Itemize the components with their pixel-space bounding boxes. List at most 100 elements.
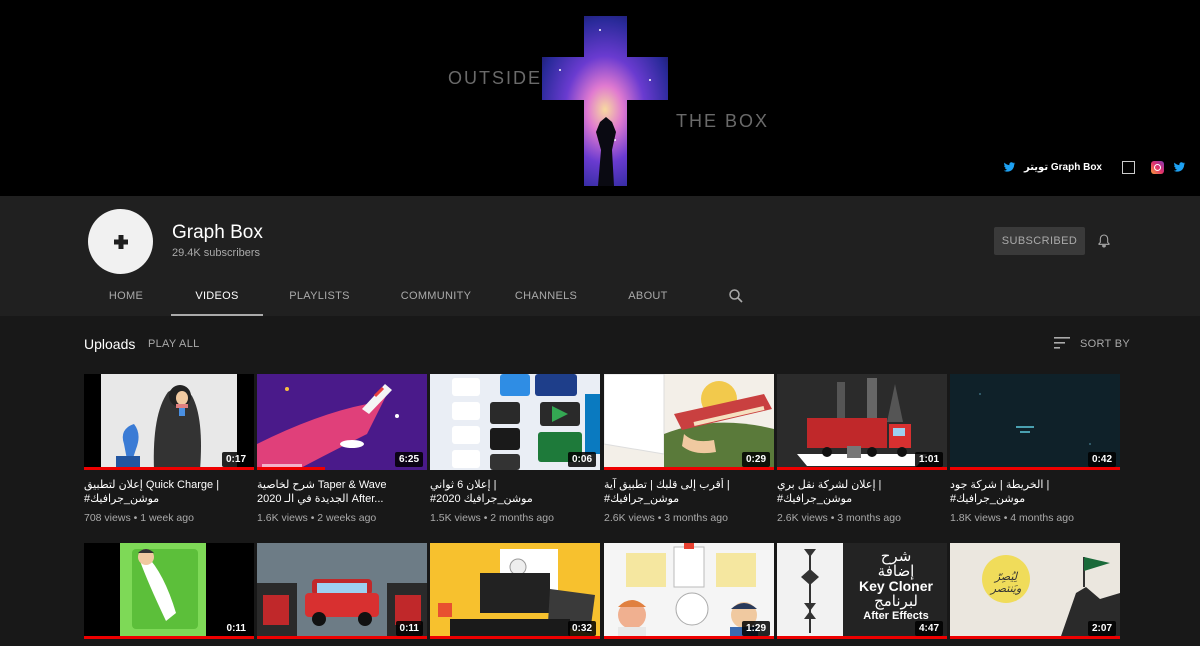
video-card[interactable]: 0:06 إعلان 6 ثواني | #موشن_جرافيك 2020 1… (430, 374, 600, 524)
video-card[interactable]: 6:25 شرح لخاصية Taper & Wave الجديدة في … (257, 374, 427, 524)
uploads-heading: Uploads (84, 336, 136, 352)
thumbnail-text: Key Cloner (859, 578, 933, 594)
video-thumbnail[interactable]: 6:25 (257, 374, 427, 470)
tab-about[interactable]: ABOUT (596, 277, 700, 314)
video-meta: 1.6K views • 2 weeks ago (257, 512, 377, 524)
view-count: 1.6K views (257, 512, 308, 524)
video-title[interactable]: إعلان لشركة نقل بري | #موشن_جرافيك (777, 478, 947, 506)
video-duration: 1:29 (741, 621, 770, 636)
channel-banner: OUTSIDE THE BOX تويتر Graph Box (0, 0, 1200, 196)
video-thumbnail[interactable]: 0:11 (84, 543, 254, 639)
video-title-line: #موشن_جرافيك (84, 493, 160, 505)
tab-channels[interactable]: CHANNELS (496, 277, 596, 314)
video-duration: 1:01 (914, 452, 943, 467)
video-thumbnail[interactable]: 0:32 (430, 543, 600, 639)
video-meta: 708 views • 1 week ago (84, 512, 194, 524)
upload-age: 2 months ago (490, 512, 554, 524)
video-card[interactable]: 1:29 (604, 543, 774, 639)
link-icon[interactable] (1122, 160, 1135, 174)
channel-avatar[interactable] (88, 209, 153, 274)
watch-progress-bar (84, 467, 254, 470)
video-meta: 1.5K views • 2 months ago (430, 512, 554, 524)
video-thumbnail[interactable]: 1:01 (777, 374, 947, 470)
watch-progress-bar (604, 636, 774, 639)
video-title-line: الجديدة في الـ 2020 After... (257, 493, 384, 505)
banner-twitter-link[interactable]: تويتر Graph Box (1024, 162, 1102, 173)
thumbnail-text: ويَنتصر (990, 583, 1022, 595)
banner-word-outside: OUTSIDE (448, 68, 543, 88)
channel-tabs: HOME VIDEOS PLAYLISTS COMMUNITY CHANNELS… (81, 277, 700, 316)
video-card[interactable]: 1:01 إعلان لشركة نقل بري | #موشن_جرافيك … (777, 374, 947, 524)
upload-age: 1 week ago (140, 512, 194, 524)
video-duration: 0:11 (395, 621, 423, 636)
video-thumbnail[interactable]: لِيُصِرّ ويَنتصر 2:07 (950, 543, 1120, 639)
view-count: 708 views (84, 512, 131, 524)
view-count: 1.8K views (950, 512, 1001, 524)
video-card[interactable]: شرح إضافة Key Cloner لبرنامج After Effec… (777, 543, 947, 639)
sort-icon[interactable] (1054, 336, 1070, 350)
video-title-line: أقرب إلى قلبك | تطبيق آية | (604, 479, 730, 491)
thumbnail-text-block: لِيُصِرّ ويَنتصر (984, 571, 1028, 595)
video-thumbnail[interactable]: 0:06 (430, 374, 600, 470)
thumbnail-text: إضافة (877, 563, 915, 580)
tab-community[interactable]: COMMUNITY (376, 277, 496, 314)
watch-progress-bar (950, 636, 1120, 639)
video-thumbnail[interactable]: 0:17 (84, 374, 254, 470)
video-duration: 4:47 (914, 621, 943, 636)
twitter-icon[interactable] (1172, 160, 1186, 174)
video-title[interactable]: شرح لخاصية Taper & Wave الجديدة في الـ 2… (257, 478, 427, 506)
video-card[interactable]: 0:29 أقرب إلى قلبك | تطبيق آية | #موشن_ج… (604, 374, 774, 524)
thumbnail-text: شرح (880, 548, 912, 565)
video-card[interactable]: 0:42 الخريطة | شركة جود | #موشن_جرافيك 1… (950, 374, 1120, 524)
video-thumbnail[interactable]: 0:29 (604, 374, 774, 470)
watch-progress-bar (950, 467, 1120, 470)
video-meta: 1.8K views • 4 months ago (950, 512, 1074, 524)
video-title-line: #موشن_جرافيك (777, 493, 853, 505)
watch-progress-bar (257, 467, 325, 470)
thumbnail-text: لبرنامج (874, 593, 918, 610)
video-title[interactable]: أقرب إلى قلبك | تطبيق آية | #موشن_جرافيك (604, 478, 774, 506)
video-title[interactable]: إعلان لتطبيق Quick Charge | #موشن_جرافيك (84, 478, 254, 506)
tab-home[interactable]: HOME (81, 277, 171, 314)
video-card[interactable]: لِيُصِرّ ويَنتصر 2:07 (950, 543, 1120, 639)
video-thumbnail[interactable]: 1:29 (604, 543, 774, 639)
video-title-line: إعلان لشركة نقل بري | (777, 479, 882, 491)
tab-playlists[interactable]: PLAYLISTS (263, 277, 376, 314)
search-icon[interactable] (727, 287, 745, 305)
view-count: 2.6K views (777, 512, 828, 524)
video-card[interactable]: 0:11 (84, 543, 254, 639)
play-all-button[interactable]: PLAY ALL (148, 338, 200, 350)
video-duration: 6:25 (394, 452, 423, 467)
video-thumbnail[interactable]: 0:11 (257, 543, 427, 639)
video-title-line: #موشن_جرافيك (950, 493, 1026, 505)
watch-progress-bar (604, 467, 774, 470)
video-card[interactable]: 0:11 (257, 543, 427, 639)
video-duration: 0:42 (1087, 452, 1116, 467)
subscribed-button[interactable]: SUBSCRIBED (994, 227, 1085, 255)
video-title[interactable]: الخريطة | شركة جود | #موشن_جرافيك (950, 478, 1120, 506)
banner-links: تويتر Graph Box (1002, 160, 1186, 174)
video-thumbnail[interactable]: شرح إضافة Key Cloner لبرنامج After Effec… (777, 543, 947, 639)
video-duration: 0:17 (221, 452, 250, 467)
tab-videos[interactable]: VIDEOS (171, 277, 263, 316)
instagram-icon[interactable] (1151, 160, 1164, 174)
video-duration: 0:29 (741, 452, 770, 467)
video-card[interactable]: 0:17 إعلان لتطبيق Quick Charge | #موشن_ج… (84, 374, 254, 524)
video-meta: 2.6K views • 3 months ago (604, 512, 728, 524)
thumbnail-text-block: شرح إضافة Key Cloner لبرنامج After Effec… (847, 549, 945, 624)
watch-progress-bar (777, 467, 947, 470)
twitter-icon[interactable] (1002, 160, 1016, 174)
video-duration: 0:06 (567, 452, 596, 467)
upload-age: 2 weeks ago (317, 512, 377, 524)
thumbnail-text: لِيُصِرّ (994, 571, 1018, 583)
video-thumbnail[interactable]: 0:42 (950, 374, 1120, 470)
video-title[interactable]: إعلان 6 ثواني | #موشن_جرافيك 2020 (430, 478, 600, 506)
video-card[interactable]: 0:32 (430, 543, 600, 639)
bell-icon[interactable] (1096, 233, 1112, 249)
sort-by-button[interactable]: SORT BY (1080, 338, 1130, 350)
watch-progress-bar (777, 636, 947, 639)
video-title-line: شرح لخاصية Taper & Wave (257, 479, 387, 491)
view-count: 1.5K views (430, 512, 481, 524)
plus-logo-icon (113, 234, 128, 249)
upload-age: 3 months ago (837, 512, 901, 524)
